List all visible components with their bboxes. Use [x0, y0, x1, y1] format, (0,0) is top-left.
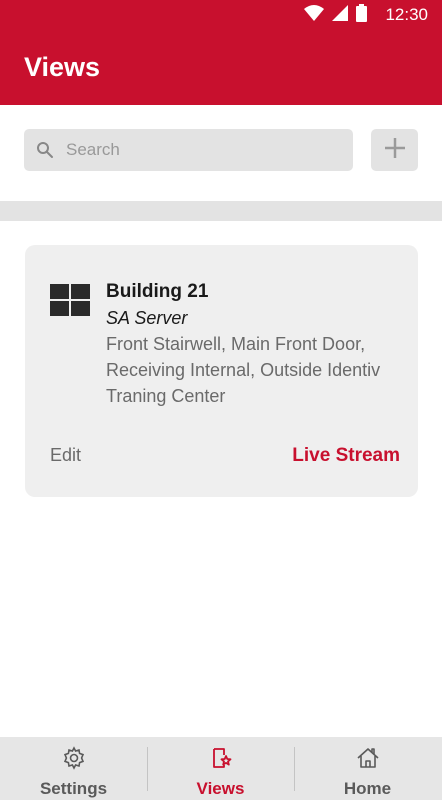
- search-icon: [36, 141, 54, 159]
- edit-button[interactable]: Edit: [50, 445, 81, 466]
- home-icon: [356, 746, 380, 775]
- page-title: Views: [24, 52, 101, 82]
- status-time: 12:30: [385, 5, 428, 24]
- header: 12:30 Views: [0, 0, 442, 105]
- live-stream-button[interactable]: Live Stream: [292, 445, 400, 467]
- grid-icon: [50, 284, 90, 316]
- battery-icon: [356, 3, 368, 27]
- view-cameras: Front Stairwell, Main Front Door, Receiv…: [106, 334, 381, 406]
- plus-icon: [383, 136, 407, 165]
- app-root: 12:30 Views Building 21 SA Server Front …: [0, 0, 442, 800]
- nav-item-settings[interactable]: Settings: [0, 737, 147, 800]
- bottom-nav: Settings Views Home: [0, 737, 442, 800]
- gear-icon: [62, 746, 86, 775]
- search-bar[interactable]: [24, 129, 353, 171]
- cell-signal-icon: [332, 4, 349, 26]
- section-divider: [0, 201, 442, 221]
- nav-label-views: Views: [196, 779, 245, 798]
- nav-item-views[interactable]: Views: [147, 737, 294, 800]
- status-bar: 12:30: [0, 0, 442, 30]
- view-server: SA Server: [106, 308, 188, 328]
- wifi-icon: [304, 4, 325, 26]
- search-input[interactable]: [66, 129, 346, 171]
- nav-label-home: Home: [343, 779, 392, 798]
- view-card[interactable]: Building 21 SA Server Front Stairwell, M…: [25, 245, 418, 497]
- nav-label-settings: Settings: [39, 779, 108, 798]
- view-title: Building 21: [106, 281, 209, 302]
- views-star-icon: [209, 746, 233, 775]
- add-view-button[interactable]: [371, 129, 418, 171]
- nav-item-home[interactable]: Home: [294, 737, 441, 800]
- status-icons: 12:30: [304, 3, 428, 27]
